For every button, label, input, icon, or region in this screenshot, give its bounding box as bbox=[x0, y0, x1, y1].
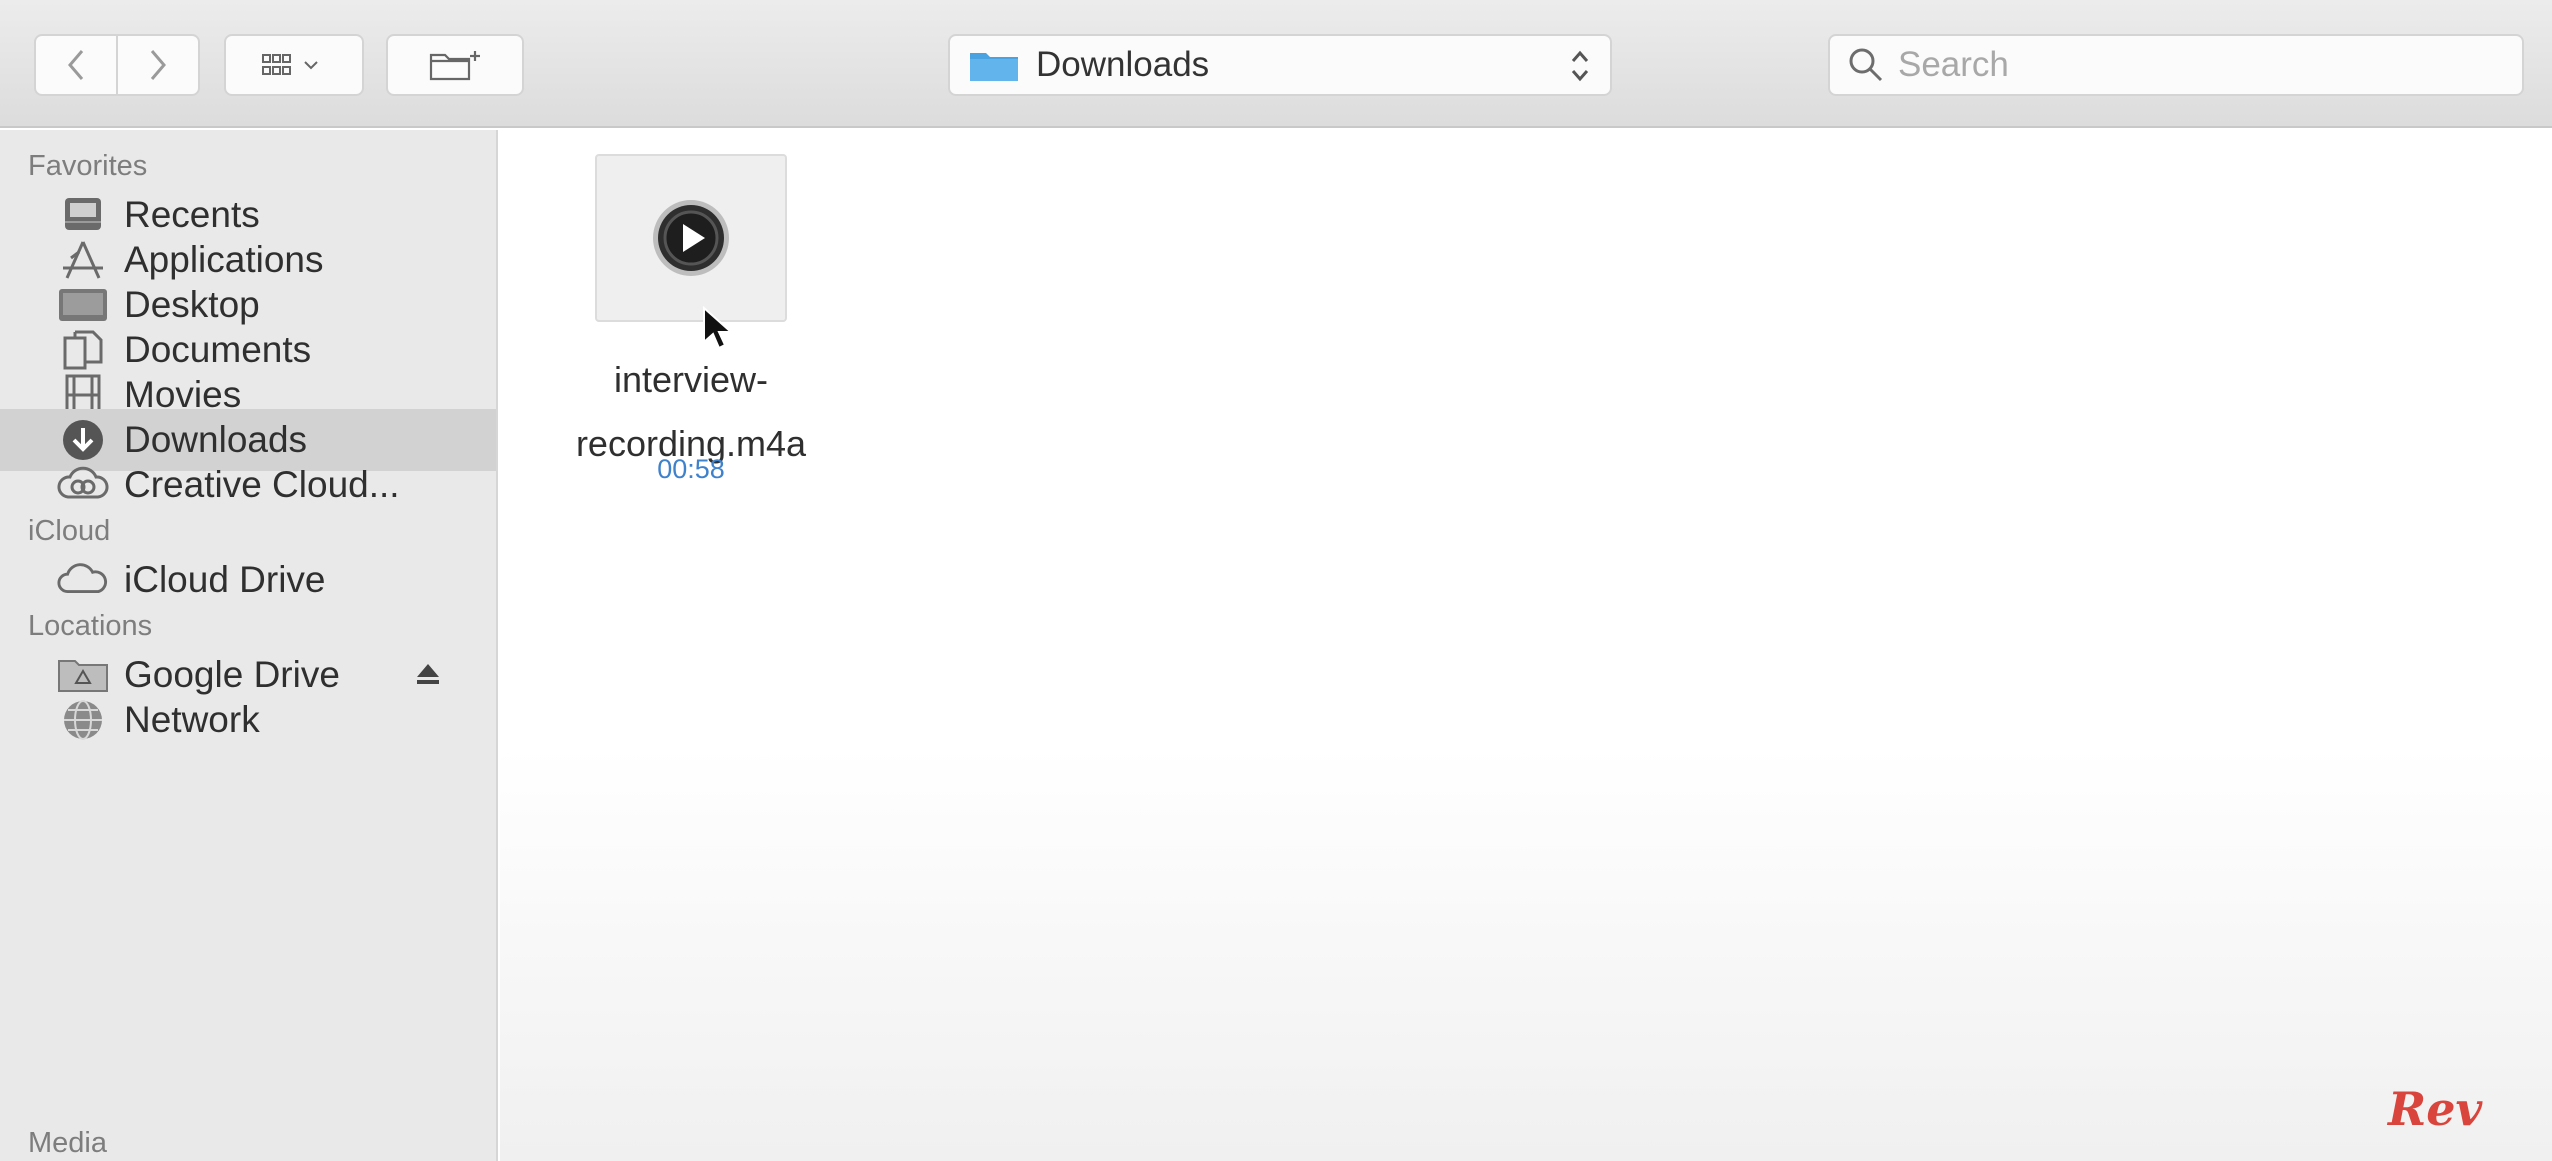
path-label: Downloads bbox=[1036, 45, 1210, 84]
audio-file-icon bbox=[653, 200, 729, 276]
sidebar-item-label: iCloud Drive bbox=[124, 559, 326, 600]
search-field[interactable] bbox=[1828, 34, 2524, 96]
sidebar: Favorites Recents Applications Desktop D… bbox=[0, 130, 498, 1161]
chevron-left-icon bbox=[68, 50, 84, 80]
finder-window: Downloads Favorites Recents bbox=[0, 0, 2552, 1161]
rev-watermark: Rev bbox=[2388, 1082, 2483, 1136]
new-folder-button[interactable] bbox=[386, 34, 524, 96]
chevron-right-icon bbox=[150, 50, 166, 80]
cloud-icon bbox=[56, 556, 110, 604]
mouse-cursor-icon bbox=[703, 306, 734, 350]
network-icon bbox=[56, 696, 110, 744]
sidebar-item-icloud-drive[interactable]: iCloud Drive bbox=[0, 549, 496, 611]
section-title-icloud: iCloud bbox=[28, 515, 111, 547]
sidebar-item-network[interactable]: Network bbox=[0, 689, 496, 751]
sidebar-item-creative-cloud[interactable]: Creative Cloud... bbox=[0, 454, 496, 516]
sidebar-item-label: Creative Cloud... bbox=[124, 464, 400, 505]
forward-button[interactable] bbox=[116, 36, 198, 94]
new-folder-icon bbox=[429, 51, 480, 81]
file-browser: interview-recording.m4a 00:58 bbox=[500, 130, 2552, 1161]
back-button[interactable] bbox=[36, 36, 116, 94]
search-icon bbox=[1849, 48, 1883, 82]
file-duration: 00:58 bbox=[657, 454, 725, 484]
folder-icon bbox=[970, 53, 1018, 81]
section-title-media: Media bbox=[28, 1127, 107, 1159]
sidebar-item-label: Network bbox=[124, 699, 260, 740]
section-title-locations: Locations bbox=[28, 610, 153, 642]
navigation-buttons bbox=[34, 34, 200, 96]
section-title-favorites: Favorites bbox=[28, 150, 148, 182]
search-input[interactable] bbox=[1898, 45, 2498, 85]
creative-cloud-icon bbox=[56, 461, 110, 509]
icon-grid-icon bbox=[262, 54, 318, 75]
path-dropdown[interactable]: Downloads bbox=[948, 34, 1612, 96]
file-thumbnail[interactable] bbox=[595, 154, 787, 322]
view-options-button[interactable] bbox=[224, 34, 364, 96]
toolbar: Downloads bbox=[0, 0, 2552, 128]
up-down-arrows-icon bbox=[1571, 50, 1589, 82]
eject-icon bbox=[417, 664, 439, 684]
